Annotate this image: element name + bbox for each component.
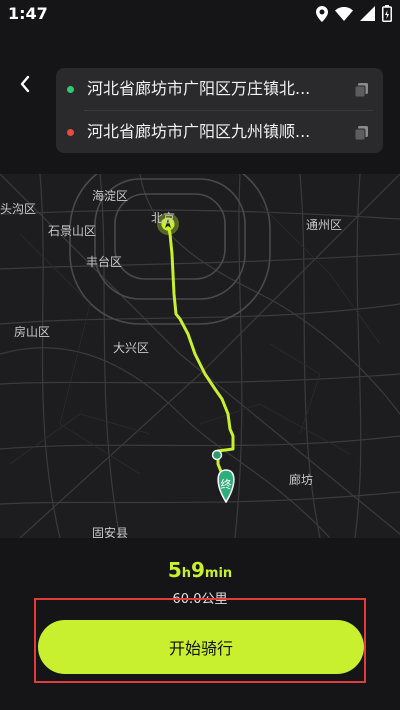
wifi-icon xyxy=(335,6,353,21)
end-marker-label: 终 xyxy=(221,477,232,491)
location-icon xyxy=(316,5,328,22)
battery-icon xyxy=(382,5,392,22)
signal-icon xyxy=(360,6,375,21)
start-address: 河北省廊坊市广阳区万庄镇北... xyxy=(87,79,311,98)
copy-end-button[interactable] xyxy=(353,124,371,142)
map-label-guan: 固安县 xyxy=(92,526,129,538)
bottom-panel: 5h9min 60.0公里 开始骑行 xyxy=(0,538,400,710)
back-button[interactable] xyxy=(10,70,40,102)
map-label-daxing: 大兴区 xyxy=(113,341,150,355)
duration-hours-unit: h xyxy=(181,566,191,581)
map-label-shijingshan: 石景山区 xyxy=(48,224,97,238)
start-ride-button[interactable]: 开始骑行 xyxy=(38,620,364,674)
map-label-tongzhou: 通州区 xyxy=(306,218,343,232)
end-address: 河北省廊坊市广阳区九州镇顺... xyxy=(87,122,311,141)
start-dot xyxy=(67,86,74,93)
map-label-fengtai: 丰台区 xyxy=(86,255,123,269)
waypoint-marker xyxy=(211,449,223,461)
ride-distance: 60.0公里 xyxy=(172,592,228,607)
status-time: 1:47 xyxy=(8,4,48,23)
ride-duration: 5h9min xyxy=(0,558,400,582)
map-label-fangshan: 房山区 xyxy=(14,325,51,339)
status-icons xyxy=(316,5,392,22)
map-label-toutou: 头沟区 xyxy=(0,202,37,216)
minor-roads xyxy=(9,203,381,475)
status-bar: 1:47 xyxy=(0,0,400,28)
end-marker: 终 xyxy=(217,469,235,504)
end-dot xyxy=(67,129,74,136)
chevron-left-icon xyxy=(19,75,31,97)
map-label-beijing: 北京 xyxy=(151,211,176,225)
duration-minutes-unit: min xyxy=(204,566,233,581)
copy-icon xyxy=(354,126,368,141)
route-card: 河北省廊坊市广阳区万庄镇北... 河北省廊坊市广阳区九州镇顺... xyxy=(56,68,383,153)
route-start-row[interactable]: 河北省廊坊市广阳区万庄镇北... xyxy=(56,68,383,110)
route-end-row[interactable]: 河北省廊坊市广阳区九州镇顺... xyxy=(56,111,383,153)
map-label-haidian: 海淀区 xyxy=(92,189,129,203)
duration-minutes: 9 xyxy=(191,558,205,582)
map-label-langfang: 廊坊 xyxy=(289,473,314,487)
route-map[interactable]: 终 头沟区 海淀区 北京 通州区 石景山区 丰台区 房山区 大兴区 廊坊 固安县 xyxy=(0,174,400,538)
copy-start-button[interactable] xyxy=(353,81,371,99)
copy-icon xyxy=(354,83,368,98)
duration-hours: 5 xyxy=(167,558,182,582)
